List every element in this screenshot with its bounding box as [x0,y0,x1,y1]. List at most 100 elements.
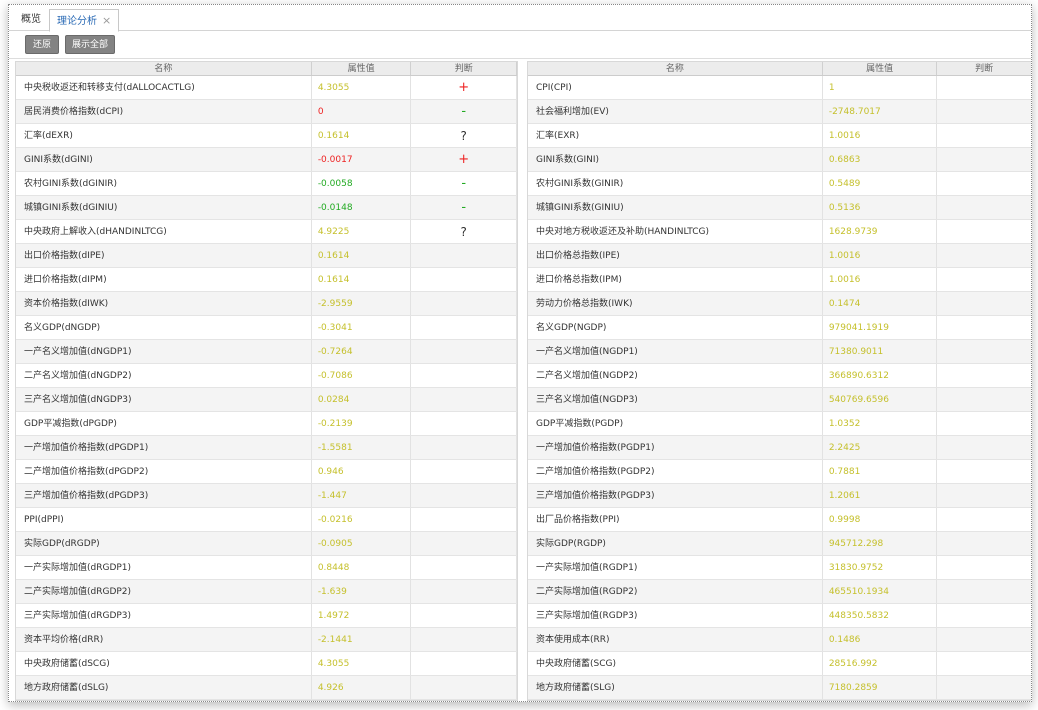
table-row[interactable]: 出厂品价格指数(PPI) 0.9998 [528,508,1031,532]
cell-name: 三产名义增加值(NGDP3) [528,388,823,411]
cell-value: 1.2061 [823,484,938,507]
cell-judge [937,460,1031,483]
cell-name: 名义GDP(NGDP) [528,316,823,339]
cell-name: 名义GDP(dNGDP) [16,316,312,339]
right-table-header: 名称 属性值 判断 [528,62,1031,76]
table-row[interactable]: 一产实际增加值(dRGDP1) 0.8448 [16,556,517,580]
table-row[interactable]: 劳动力价格总指数(IWK) 0.1474 [528,292,1031,316]
table-row[interactable]: 三产增加值价格指数(dPGDP3) -1.447 [16,484,517,508]
cell-name: 二产实际增加值(RGDP2) [528,580,823,603]
table-row[interactable]: 二产增加值价格指数(dPGDP2) 0.946 [16,460,517,484]
cell-value: -1.447 [312,484,412,507]
cell-judge [937,484,1031,507]
table-row[interactable]: 二产实际增加值(RGDP2) 465510.1934 [528,580,1031,604]
table-row[interactable]: PPI(dPPI) -0.0216 [16,508,517,532]
table-row[interactable]: CPI(CPI) 1 [528,76,1031,100]
table-row[interactable]: 中央政府上解收入(dHANDINLTCG) 4.9225? [16,220,517,244]
table-row[interactable]: 实际GDP(dRGDP) -0.0905 [16,532,517,556]
cell-name: GINI系数(GINI) [528,148,823,171]
table-row[interactable]: 地方政府储蓄(dSLG) 4.926 [16,676,517,700]
cell-judge [937,148,1031,171]
table-row[interactable]: 一产增加值价格指数(PGDP1) 2.2425 [528,436,1031,460]
table-row[interactable]: 汇率(dEXR) 0.1614? [16,124,517,148]
cell-value: 465510.1934 [823,580,938,603]
header-judge[interactable]: 判断 [937,62,1031,75]
cell-judge [937,388,1031,411]
table-row[interactable]: 出口价格总指数(IPE) 1.0016 [528,244,1031,268]
cell-judge [937,676,1031,699]
expand-all-button[interactable]: 展示全部 [65,35,115,54]
cell-name: 实际GDP(dRGDP) [16,532,312,555]
table-row[interactable]: 名义GDP(NGDP) 979041.1919 [528,316,1031,340]
table-row[interactable]: 三产名义增加值(NGDP3) 540769.6596 [528,388,1031,412]
table-row[interactable]: GINI系数(dGINI) -0.0017 + [16,148,517,172]
cell-name: 出厂品价格指数(PPI) [528,508,823,531]
table-row[interactable]: 二产名义增加值(dNGDP2) -0.7086 [16,364,517,388]
table-row[interactable]: GDP平减指数(PGDP) 1.0352 [528,412,1031,436]
table-row[interactable]: 出口价格指数(dIPE) 0.1614 [16,244,517,268]
cell-name: 汇率(EXR) [528,124,823,147]
cell-judge [937,220,1031,243]
cell-judge [937,532,1031,555]
cell-name: GINI系数(dGINI) [16,148,312,171]
cell-value: 540769.6596 [823,388,938,411]
table-row[interactable]: 一产名义增加值(NGDP1) 71380.9011 [528,340,1031,364]
cell-judge [411,628,517,651]
table-row[interactable]: 资本价格指数(dIWK) -2.9559 [16,292,517,316]
restore-button[interactable]: 还原 [25,35,59,54]
table-row[interactable]: 二产实际增加值(dRGDP2) -1.639 [16,580,517,604]
table-row[interactable]: 中央政府储蓄(dSCG) 4.3055 [16,652,517,676]
cell-value: 4.926 [312,676,412,699]
header-name[interactable]: 名称 [528,62,823,75]
table-row[interactable]: 实际GDP(RGDP) 945712.298 [528,532,1031,556]
table-row[interactable]: 二产增加值价格指数(PGDP2) 0.7881 [528,460,1031,484]
cell-judge [411,436,517,459]
cell-name: 地方政府储蓄(SLG) [528,676,823,699]
cell-value: -0.0905 [312,532,412,555]
table-row[interactable]: 资本使用成本(RR) 0.1486 [528,628,1031,652]
header-name[interactable]: 名称 [16,62,312,75]
table-row[interactable]: 三产实际增加值(dRGDP3) 1.4972 [16,604,517,628]
table-row[interactable]: 城镇GINI系数(GINIU) 0.5136 [528,196,1031,220]
table-row[interactable]: 一产实际增加值(RGDP1) 31830.9752 [528,556,1031,580]
table-row[interactable]: 三产名义增加值(dNGDP3) 0.0284 [16,388,517,412]
header-value[interactable]: 属性值 [312,62,412,75]
close-icon[interactable]: × [102,14,111,27]
table-row[interactable]: 名义GDP(dNGDP) -0.3041 [16,316,517,340]
table-row[interactable]: 进口价格指数(dIPM) 0.1614 [16,268,517,292]
table-row[interactable]: 三产增加值价格指数(PGDP3) 1.2061 [528,484,1031,508]
cell-judge [937,76,1031,99]
table-row[interactable]: 二产名义增加值(NGDP2) 366890.6312 [528,364,1031,388]
table-row[interactable]: GINI系数(GINI) 0.6863 [528,148,1031,172]
table-row[interactable]: 一产增加值价格指数(dPGDP1) -1.5581 [16,436,517,460]
header-judge[interactable]: 判断 [411,62,517,75]
analysis-window: 概览 理论分析 × 还原 展示全部 名称 属性值 判断 中央税收返还和转移支付(d… [8,4,1032,702]
tab-bar: 概览 理论分析 × [9,5,1031,32]
table-row[interactable]: 城镇GINI系数(dGINIU) -0.0148- [16,196,517,220]
table-row[interactable]: GDP平减指数(dPGDP) -0.2139 [16,412,517,436]
table-row[interactable]: 一产名义增加值(dNGDP1) -0.7264 [16,340,517,364]
cell-value: 0.1614 [312,244,412,267]
table-row[interactable]: 地方政府储蓄(SLG) 7180.2859 [528,676,1031,700]
table-row[interactable]: 农村GINI系数(GINIR) 0.5489 [528,172,1031,196]
cell-value: 0.0284 [312,388,412,411]
table-row[interactable]: 汇率(EXR) 1.0016 [528,124,1031,148]
table-row[interactable]: 社会福利增加(EV) -2748.7017 [528,100,1031,124]
cell-judge: + [411,76,517,99]
cell-name: 三产实际增加值(RGDP3) [528,604,823,627]
table-row[interactable]: 资本平均价格(dRR) -2.1441 [16,628,517,652]
table-row[interactable]: 中央税收返还和转移支付(dALLOCACTLG) 4.3055 + [16,76,517,100]
tab-theory-analysis[interactable]: 理论分析 × [49,9,120,32]
table-row[interactable]: 中央政府储蓄(SCG) 28516.992 [528,652,1031,676]
table-row[interactable]: 进口价格总指数(IPM) 1.0016 [528,268,1031,292]
left-table-header: 名称 属性值 判断 [16,62,517,76]
table-row[interactable]: 农村GINI系数(dGINIR) -0.0058- [16,172,517,196]
header-value[interactable]: 属性值 [823,62,938,75]
tab-overview[interactable]: 概览 [15,9,47,32]
table-row[interactable]: 三产实际增加值(RGDP3) 448350.5832 [528,604,1031,628]
cell-judge: - [411,172,517,195]
table-row[interactable]: 中央对地方税收返还及补助(HANDINLTCG) 1628.9739 [528,220,1031,244]
cell-judge [411,460,517,483]
table-row[interactable]: 居民消费价格指数(dCPI) 0- [16,100,517,124]
cell-name: 二产名义增加值(dNGDP2) [16,364,312,387]
